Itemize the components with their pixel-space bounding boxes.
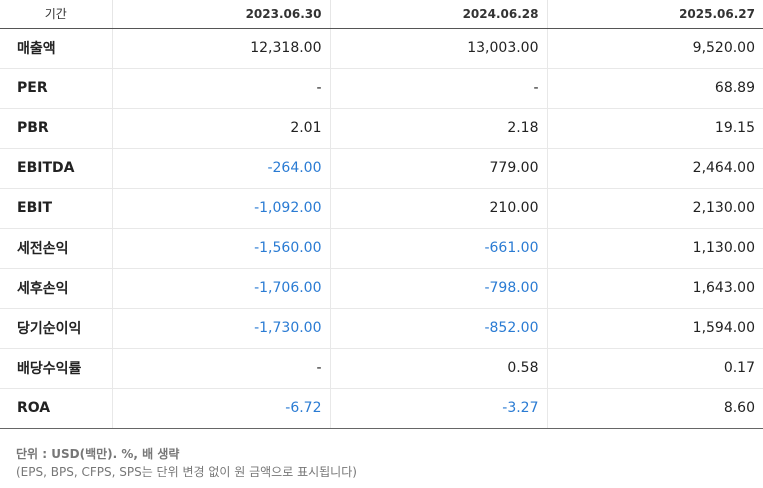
table-row: PBR 2.01 2.18 19.15	[0, 108, 763, 149]
period-header-2024: 2024.06.28	[329, 0, 547, 29]
table-row: 세후손익 -1,706.00 -798.00 1,643.00	[0, 268, 763, 309]
row-value: 0.58	[329, 348, 547, 389]
row-value: -1,706.00	[111, 268, 330, 309]
row-value: -	[111, 348, 330, 389]
row-label: EBIT	[0, 188, 112, 229]
financial-table-panel: 기간 2023.06.30 2024.06.28 2025.06.27 매출액 …	[0, 0, 763, 481]
row-value: 68.89	[546, 68, 763, 109]
table-row: EBITDA -264.00 779.00 2,464.00	[0, 148, 763, 189]
row-value: -	[329, 68, 547, 109]
table-notes: 단위 : USD(백만). %, 배 생략 (EPS, BPS, CFPS, S…	[0, 429, 763, 481]
table-header-row: 기간 2023.06.30 2024.06.28 2025.06.27	[0, 0, 763, 29]
row-value: 210.00	[329, 188, 547, 229]
table-row: 배당수익률 - 0.58 0.17	[0, 348, 763, 389]
table-body: 매출액 12,318.00 13,003.00 9,520.00 PER - -…	[0, 28, 763, 429]
row-value: -6.72	[111, 388, 330, 429]
financial-summary-table: 기간 2023.06.30 2024.06.28 2025.06.27 매출액 …	[0, 0, 763, 429]
period-header-label: 기간	[0, 0, 112, 29]
row-value: -3.27	[329, 388, 547, 429]
table-row: ROA -6.72 -3.27 8.60	[0, 388, 763, 429]
table-row: 매출액 12,318.00 13,003.00 9,520.00	[0, 28, 763, 69]
row-value: -	[111, 68, 330, 109]
row-value: 2,130.00	[546, 188, 763, 229]
row-value: -798.00	[329, 268, 547, 309]
row-label: 세전손익	[0, 227, 112, 269]
row-value: 0.17	[546, 348, 763, 389]
table-row: PER - - 68.89	[0, 68, 763, 109]
detail-note: (EPS, BPS, CFPS, SPS는 단위 변경 없이 원 금액으로 표시…	[16, 464, 357, 479]
table-row: EBIT -1,092.00 210.00 2,130.00	[0, 188, 763, 229]
row-label: 당기순이익	[0, 308, 112, 349]
row-value: 9,520.00	[546, 28, 763, 69]
row-value: 1,130.00	[546, 227, 763, 269]
table-row: 당기순이익 -1,730.00 -852.00 1,594.00	[0, 308, 763, 349]
row-label: 배당수익률	[0, 348, 112, 389]
row-value: -264.00	[111, 148, 330, 189]
row-value: 1,643.00	[546, 268, 763, 309]
row-value: 2.01	[111, 108, 330, 149]
row-value: -1,560.00	[111, 227, 330, 269]
row-value: -661.00	[329, 227, 547, 269]
row-value: 2,464.00	[546, 148, 763, 189]
row-value: 19.15	[546, 108, 763, 149]
row-label: 세후손익	[0, 268, 112, 309]
row-value: -1,092.00	[111, 188, 330, 229]
row-value: -1,730.00	[111, 308, 330, 349]
row-label: PER	[0, 68, 112, 109]
row-value: 2.18	[329, 108, 547, 149]
row-label: 매출액	[0, 28, 112, 69]
unit-note: 단위 : USD(백만). %, 배 생략	[16, 446, 180, 461]
period-header-2023: 2023.06.30	[111, 0, 330, 29]
row-value: -852.00	[329, 308, 547, 349]
row-value: 13,003.00	[329, 28, 547, 69]
row-label: PBR	[0, 108, 112, 149]
row-value: 1,594.00	[546, 308, 763, 349]
table-row: 세전손익 -1,560.00 -661.00 1,130.00	[0, 227, 763, 269]
row-label: ROA	[0, 388, 112, 429]
period-header-2025: 2025.06.27	[546, 0, 763, 29]
row-value: 12,318.00	[111, 28, 330, 69]
row-value: 779.00	[329, 148, 547, 189]
row-value: 8.60	[546, 388, 763, 429]
row-label: EBITDA	[0, 148, 112, 189]
